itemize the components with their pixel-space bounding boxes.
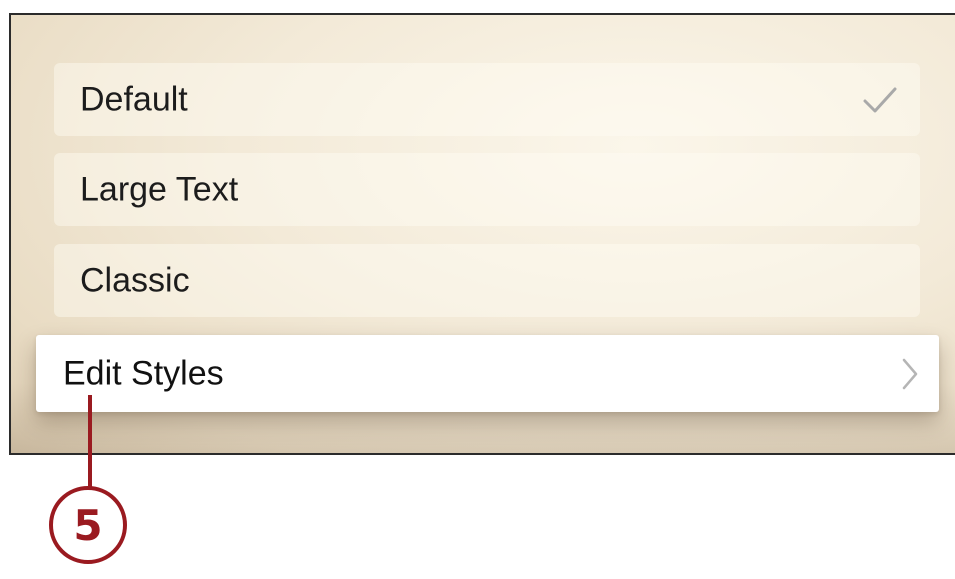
style-option-label: Classic [80, 261, 190, 299]
style-option-label: Large Text [80, 170, 239, 208]
screen-frame: Default Large Text Classic Edit Styles [9, 13, 955, 455]
callout-pointer-line [88, 395, 92, 490]
style-option-label: Default [80, 80, 188, 118]
edit-styles-label: Edit Styles [63, 354, 224, 392]
callout-number: 5 [73, 500, 103, 550]
style-list: Default Large Text Classic Edit Styles [11, 15, 955, 453]
edit-styles-button[interactable]: Edit Styles [36, 335, 939, 412]
chevron-right-icon [902, 358, 918, 389]
checkmark-icon [863, 87, 897, 112]
callout-badge: 5 [49, 486, 127, 564]
style-option-default[interactable]: Default [54, 63, 920, 136]
style-option-large-text[interactable]: Large Text [54, 153, 920, 226]
style-option-classic[interactable]: Classic [54, 244, 920, 317]
